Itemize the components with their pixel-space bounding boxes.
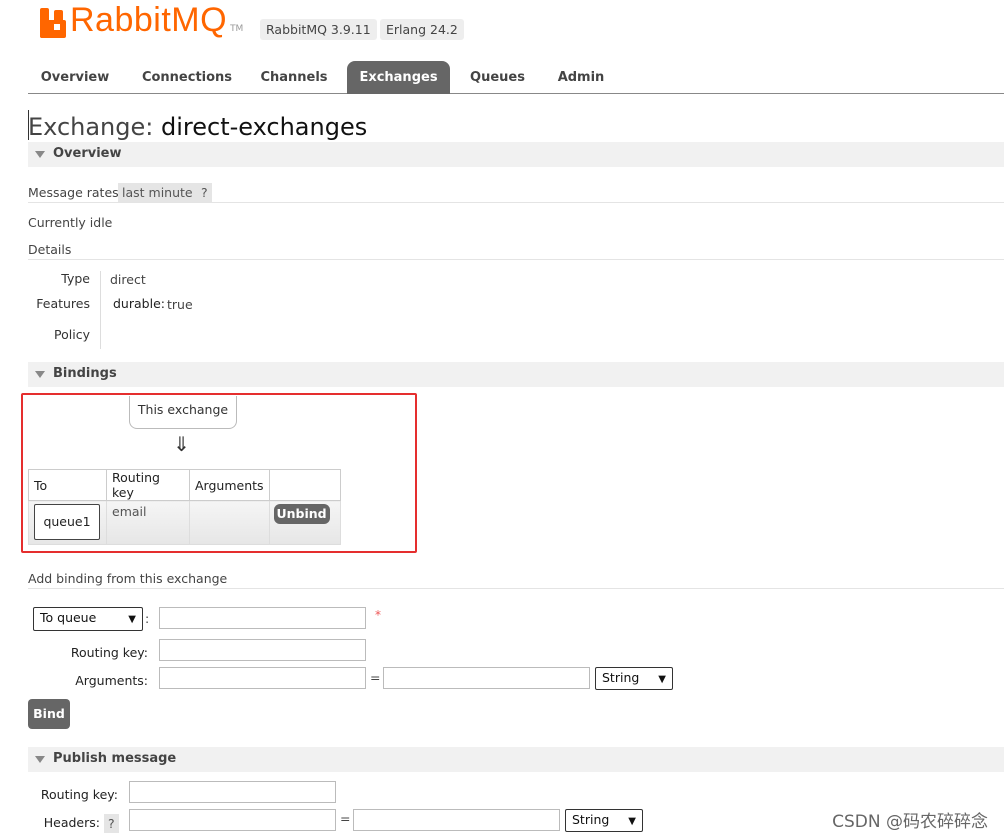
argument-type-select[interactable]: String ▼ <box>595 667 673 690</box>
idle-status: Currently idle <box>28 215 113 230</box>
destination-name-input[interactable] <box>159 607 366 629</box>
details-label: Details <box>28 242 72 257</box>
chevron-down-icon: ▼ <box>128 614 136 625</box>
publish-section-label: Publish message <box>53 751 177 766</box>
chevron-down-icon: ▼ <box>658 674 666 685</box>
table-header-row: To Routing key Arguments <box>28 469 341 501</box>
chevron-down-icon: ▼ <box>628 816 636 827</box>
equals-sign: = <box>370 670 381 685</box>
publish-section-header[interactable]: Publish message <box>28 747 1004 772</box>
tab-queues[interactable]: Queues <box>460 61 535 94</box>
collapse-triangle-icon <box>35 756 45 763</box>
tab-connections[interactable]: Connections <box>132 61 242 94</box>
tab-overview[interactable]: Overview <box>28 61 122 94</box>
header-key-input[interactable] <box>129 809 336 831</box>
arguments-label: Arguments: <box>75 673 148 688</box>
down-arrow-icon: ⇓ <box>173 432 190 456</box>
page-title: Exchange: direct-exchanges <box>28 113 367 141</box>
tab-channels[interactable]: Channels <box>252 61 336 94</box>
argument-key-input[interactable] <box>159 667 366 689</box>
tab-exchanges[interactable]: Exchanges <box>347 61 450 94</box>
watermark: CSDN @码农碎碎念 <box>832 812 988 832</box>
bindings-section-label: Bindings <box>53 366 117 381</box>
rabbitmq-logo-icon <box>40 8 68 38</box>
column-header-arguments: Arguments <box>189 469 270 501</box>
equals-sign: = <box>340 811 351 826</box>
binding-to-cell: queue1 <box>28 500 107 545</box>
binding-arguments <box>189 500 270 545</box>
overview-section-header[interactable]: Overview <box>28 142 1004 167</box>
publish-routing-key-label: Routing key: <box>40 787 118 802</box>
message-rates-range[interactable]: last minute <box>118 183 197 202</box>
routing-key-label: Routing key: <box>70 645 148 660</box>
durable-value: true <box>167 297 193 312</box>
collapse-triangle-icon <box>35 371 45 378</box>
tab-admin[interactable]: Admin <box>548 61 614 94</box>
details-divider <box>100 271 101 349</box>
version-badge: RabbitMQ 3.9.11 <box>260 19 377 40</box>
message-rates-label: Message rates <box>28 185 119 200</box>
header-value-input[interactable] <box>353 809 560 831</box>
header-type-value: String <box>572 812 610 827</box>
column-header-actions <box>268 469 341 501</box>
rabbitmq-logo[interactable]: RabbitMQ TM <box>40 2 243 38</box>
logo-trademark: TM <box>230 24 244 34</box>
column-header-routing-key: Routing key <box>106 469 190 501</box>
header-type-select[interactable]: String ▼ <box>565 809 643 832</box>
features-label: Features <box>36 296 90 311</box>
bindings-section-header[interactable]: Bindings <box>28 362 1004 387</box>
divider <box>28 588 1004 589</box>
main-tabs: Overview Connections Channels Exchanges … <box>28 61 1004 94</box>
bindings-table: To Routing key Arguments queue1 email Un… <box>28 469 341 545</box>
binding-routing-key: email <box>106 500 190 545</box>
page-title-prefix: Exchange: <box>28 113 154 141</box>
divider <box>28 202 1004 203</box>
table-row: queue1 email Unbind <box>28 500 341 545</box>
headers-help[interactable]: ? <box>104 814 119 833</box>
collapse-triangle-icon <box>35 151 45 158</box>
durable-key: durable: <box>113 296 165 311</box>
policy-label: Policy <box>54 327 90 342</box>
exchange-name: direct-exchanges <box>161 113 368 141</box>
argument-type-value: String <box>602 670 640 685</box>
queue-link[interactable]: queue1 <box>34 504 100 540</box>
erlang-badge: Erlang 24.2 <box>380 19 464 40</box>
add-binding-heading: Add binding from this exchange <box>28 571 228 586</box>
routing-key-input[interactable] <box>159 639 366 661</box>
logo-text: RabbitMQ <box>70 1 228 39</box>
type-label: Type <box>61 271 90 286</box>
overview-section-label: Overview <box>53 146 122 161</box>
message-rates-help[interactable]: ? <box>197 183 212 202</box>
destination-colon: : <box>145 611 150 626</box>
destination-type-value: To queue <box>40 610 97 625</box>
publish-routing-key-input[interactable] <box>129 781 336 803</box>
argument-value-input[interactable] <box>383 667 590 689</box>
required-marker: * <box>375 608 381 622</box>
this-exchange-box: This exchange <box>129 396 237 429</box>
type-value: direct <box>110 272 146 287</box>
column-header-to: To <box>28 469 107 501</box>
binding-action-cell: Unbind <box>268 500 341 545</box>
destination-type-select[interactable]: To queue ▼ <box>33 607 143 631</box>
unbind-button[interactable]: Unbind <box>273 504 330 524</box>
bind-button[interactable]: Bind <box>28 699 70 729</box>
divider <box>28 259 1004 260</box>
publish-headers-label: Headers: <box>43 815 100 830</box>
